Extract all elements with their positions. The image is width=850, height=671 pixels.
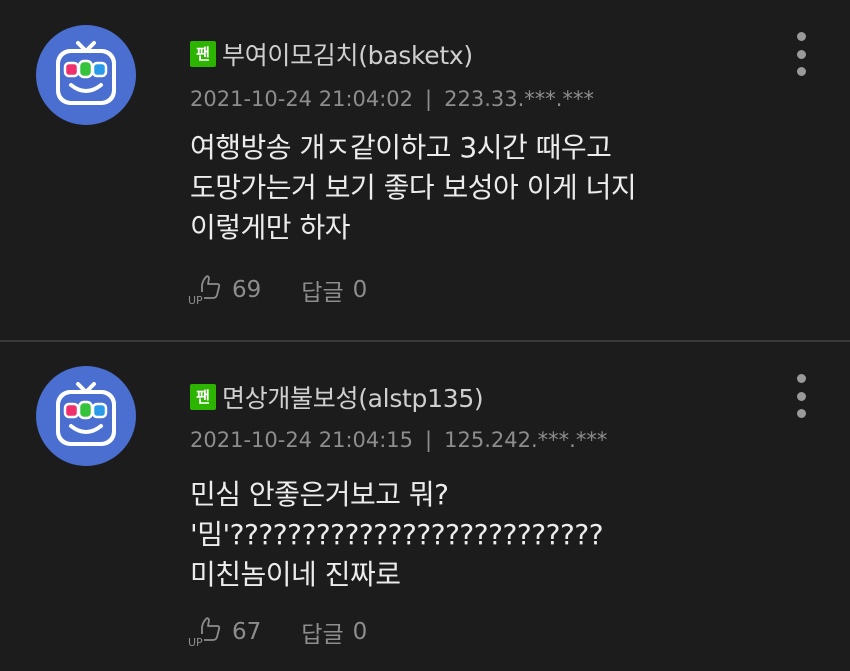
more-vertical-icon[interactable] bbox=[788, 374, 814, 418]
author-name[interactable]: 면상개불보성(alstp135) bbox=[222, 379, 484, 415]
like-count: 69 bbox=[232, 277, 262, 303]
fan-badge: 팬 bbox=[190, 384, 216, 410]
comment-body: 민심 안좋은거보고 뭐? '밈'????????????????????????… bbox=[190, 475, 810, 595]
dot bbox=[796, 32, 806, 41]
tv-mascot-icon bbox=[56, 382, 116, 446]
reply-label: 답글 bbox=[301, 622, 344, 648]
dot bbox=[796, 374, 806, 383]
comment-body-line: 여행방송 개ㅈ같이하고 3시간 때우고 bbox=[190, 131, 612, 164]
comment-ip: 125.242.***.*** bbox=[444, 428, 608, 452]
dot bbox=[796, 391, 806, 401]
avatar[interactable] bbox=[36, 25, 136, 125]
more-vertical-icon[interactable] bbox=[788, 32, 814, 76]
thumbs-up-icon: UP bbox=[188, 617, 221, 649]
comment-meta: 2021-10-24 21:04:15 | 125.242.***.*** bbox=[190, 424, 607, 456]
tv-mascot-icon bbox=[56, 41, 116, 105]
fan-badge: 팬 bbox=[190, 41, 216, 67]
dot bbox=[796, 67, 806, 76]
svg-text:UP: UP bbox=[188, 636, 203, 649]
like-button[interactable]: UP 69 bbox=[186, 273, 261, 307]
svg-text:UP: UP bbox=[188, 294, 203, 307]
comment-date: 2021-10-24 21:04:02 bbox=[190, 87, 414, 111]
comment-meta: 2021-10-24 21:04:02 | 223.33.***.*** bbox=[190, 83, 594, 115]
dot bbox=[796, 49, 806, 59]
reply-label: 답글 bbox=[301, 280, 344, 306]
comment-item: 팬 부여이모김치(basketx) 2021-10-24 21:04:02 | … bbox=[0, 0, 850, 340]
reply-count: 0 bbox=[352, 277, 368, 303]
meta-separator: | bbox=[425, 87, 433, 111]
comment-body-line: '밈'?????????????????????????? bbox=[190, 518, 604, 551]
author-line: 팬 부여이모김치(basketx) bbox=[190, 37, 473, 71]
reply-button[interactable]: 답글 0 bbox=[301, 615, 367, 649]
like-button[interactable]: UP 67 bbox=[186, 615, 261, 649]
dot bbox=[796, 409, 806, 418]
comment-ip: 223.33.***.*** bbox=[444, 87, 594, 111]
reply-button[interactable]: 답글 0 bbox=[301, 273, 367, 307]
avatar[interactable] bbox=[36, 366, 136, 466]
thumbs-up-icon: UP bbox=[188, 275, 221, 307]
reply-count: 0 bbox=[352, 619, 368, 645]
author-name[interactable]: 부여이모김치(basketx) bbox=[222, 36, 473, 72]
comment-actions: UP 69 답글 0 bbox=[186, 273, 367, 307]
comment-body: 여행방송 개ㅈ같이하고 3시간 때우고 도망가는거 보기 좋다 보성아 이게 너… bbox=[190, 128, 810, 248]
comment-body-line: 미친놈이네 진짜로 bbox=[190, 558, 401, 591]
comment-actions: UP 67 답글 0 bbox=[186, 615, 367, 649]
like-count: 67 bbox=[232, 619, 262, 645]
comment-date: 2021-10-24 21:04:15 bbox=[190, 428, 414, 452]
comment-body-line: 이렇게만 하자 bbox=[190, 211, 350, 244]
comment-item: 팬 면상개불보성(alstp135) 2021-10-24 21:04:15 |… bbox=[0, 342, 850, 671]
comment-body-line: 도망가는거 보기 좋다 보성아 이게 너지 bbox=[190, 171, 637, 204]
meta-separator: | bbox=[425, 428, 433, 452]
author-line: 팬 면상개불보성(alstp135) bbox=[190, 379, 484, 415]
comment-body-line: 민심 안좋은거보고 뭐? bbox=[190, 478, 449, 511]
